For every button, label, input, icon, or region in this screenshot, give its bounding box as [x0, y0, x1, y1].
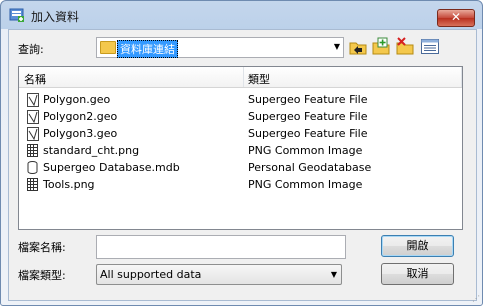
file-type: Supergeo Feature File	[248, 127, 368, 140]
list-item[interactable]: Polygon.geo Supergeo Feature File	[19, 91, 462, 108]
add-data-icon	[9, 8, 25, 22]
resize-grip-icon[interactable]: ⋰	[472, 294, 480, 303]
list-item[interactable]: Polygon2.geo Supergeo Feature File	[19, 108, 462, 125]
filename-input[interactable]	[96, 235, 346, 259]
column-header-name[interactable]: 名稱	[24, 71, 46, 87]
file-name: Tools.png	[43, 178, 95, 191]
list-item[interactable]: Polygon3.geo Supergeo Feature File	[19, 125, 462, 142]
list-item[interactable]: standard_cht.png PNG Common Image	[19, 142, 462, 159]
folder-icon	[100, 41, 116, 54]
add-data-dialog: 加入資料 ✕ 查詢: 資料庫連結 ▼ 名稱 類型 Polygon.geo Sup…	[0, 0, 483, 306]
list-item[interactable]: Supergeo Database.mdb Personal Geodataba…	[19, 159, 462, 176]
lookin-label: 查詢:	[18, 43, 44, 56]
chevron-down-icon: ▼	[330, 270, 337, 279]
file-name: Polygon.geo	[43, 93, 111, 106]
new-folder-button[interactable]	[371, 37, 391, 56]
list-header: 名稱 類型	[19, 67, 462, 88]
delete-folder-icon	[396, 37, 414, 55]
file-type: PNG Common Image	[248, 144, 363, 157]
window-title: 加入資料	[31, 10, 80, 24]
title-bar[interactable]: 加入資料 ✕	[1, 1, 482, 29]
view-menu-button[interactable]	[420, 37, 440, 56]
lookin-combo[interactable]: 資料庫連結 ▼	[96, 37, 344, 58]
column-divider[interactable]	[461, 67, 462, 87]
column-header-type[interactable]: 類型	[248, 71, 270, 87]
filetype-value: All supported data	[100, 268, 202, 281]
list-item[interactable]: Tools.png PNG Common Image	[19, 176, 462, 193]
geo-file-icon	[27, 93, 39, 107]
view-menu-icon	[421, 39, 439, 54]
file-name: Polygon2.geo	[43, 110, 118, 123]
close-icon: ✕	[450, 10, 462, 24]
delete-folder-button[interactable]	[395, 37, 415, 56]
close-button[interactable]: ✕	[437, 9, 475, 27]
chevron-down-icon: ▼	[333, 42, 340, 51]
lookin-value: 資料庫連結	[117, 40, 178, 58]
file-list[interactable]: 名稱 類型 Polygon.geo Supergeo Feature File …	[18, 66, 463, 230]
geo-file-icon	[27, 127, 39, 141]
up-folder-icon	[349, 42, 367, 55]
image-file-icon	[27, 178, 38, 191]
cancel-button[interactable]: 取消	[381, 263, 454, 285]
database-file-icon	[27, 161, 38, 174]
column-divider[interactable]	[243, 67, 244, 87]
filetype-select[interactable]: All supported data ▼	[96, 264, 342, 285]
file-type: Supergeo Feature File	[248, 110, 368, 123]
file-name: Polygon3.geo	[43, 127, 118, 140]
filetype-label: 檔案類型:	[18, 269, 66, 282]
file-name: standard_cht.png	[43, 144, 140, 157]
open-button[interactable]: 開啟	[381, 235, 454, 257]
geo-file-icon	[27, 110, 39, 124]
new-folder-icon	[372, 37, 390, 55]
file-name: Supergeo Database.mdb	[43, 161, 180, 174]
up-folder-button[interactable]	[348, 37, 368, 56]
file-type: PNG Common Image	[248, 178, 363, 191]
dialog-body: 查詢: 資料庫連結 ▼ 名稱 類型 Polygon.geo Supergeo F…	[8, 29, 477, 301]
image-file-icon	[27, 144, 38, 157]
filename-label: 檔案名稱:	[18, 241, 66, 254]
file-type: Personal Geodatabase	[248, 161, 372, 174]
file-type: Supergeo Feature File	[248, 93, 368, 106]
